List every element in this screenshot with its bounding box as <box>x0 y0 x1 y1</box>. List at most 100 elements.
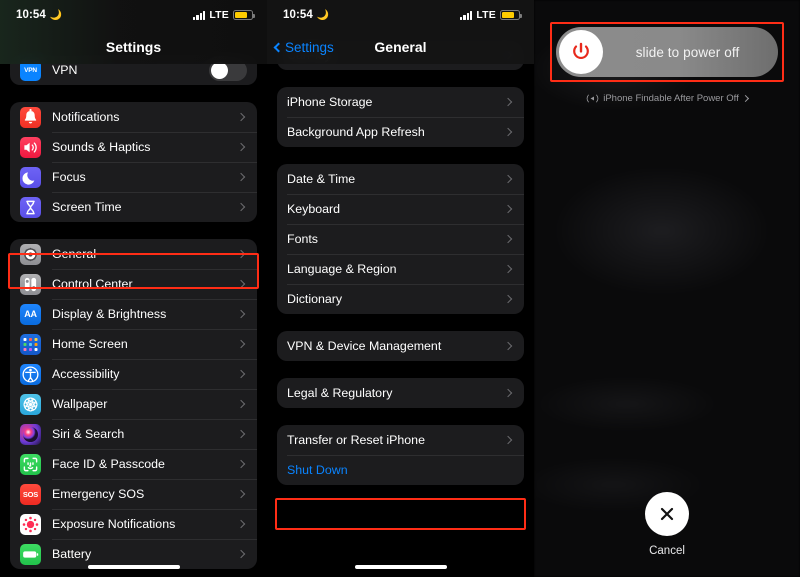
list-item-keyboard[interactable]: Keyboard <box>277 194 524 224</box>
cellular-bars-icon <box>460 11 472 20</box>
moon-icon <box>20 167 41 188</box>
chevron-right-icon <box>237 203 245 211</box>
list-item-display-brightness[interactable]: AADisplay & Brightness <box>10 299 257 329</box>
chevron-right-icon <box>504 128 512 136</box>
list-item-wallpaper[interactable]: Wallpaper <box>10 389 257 419</box>
power-symbol-icon <box>570 41 592 63</box>
back-to-settings-button[interactable]: Settings <box>275 30 334 64</box>
list-item-general[interactable]: General <box>10 239 257 269</box>
list-item-vpn-device-management[interactable]: VPN & Device Management <box>277 331 524 361</box>
list-item-label: Legal & Regulatory <box>287 386 505 400</box>
sliders-icon <box>20 274 41 295</box>
list-item-label: VPN <box>52 63 209 77</box>
settings-groups: VPNVPNNotificationsSounds & HapticsFocus… <box>0 55 267 569</box>
slider-knob[interactable] <box>559 30 603 74</box>
status-bar-settings: 10:54 🌙 LTE <box>0 0 267 30</box>
g-general: General Control Center AADisplay & Brightn… <box>10 239 257 569</box>
flower-icon <box>20 394 41 415</box>
list-item-label: General <box>52 247 238 261</box>
list-item-background-app-refresh[interactable]: Background App Refresh <box>277 117 524 147</box>
list-item-label: Fonts <box>287 232 505 246</box>
settings-scroll-list[interactable]: VPNVPNNotificationsSounds & HapticsFocus… <box>0 0 267 570</box>
home-grid-icon <box>20 334 41 355</box>
network-label: LTE <box>209 9 229 21</box>
list-item-notifications[interactable]: Notifications <box>10 102 257 132</box>
gg-vpn: VPN & Device Management <box>277 331 524 361</box>
hourglass-icon <box>20 197 41 218</box>
list-item-legal-regulatory[interactable]: Legal & Regulatory <box>277 378 524 408</box>
list-item-face-id-passcode[interactable]: Face ID & Passcode <box>10 449 257 479</box>
list-item-screen-time[interactable]: Screen Time <box>10 192 257 222</box>
gg-legal: Legal & Regulatory <box>277 378 524 408</box>
general-scroll-list[interactable]: CarPlayiPhone StorageBackground App Refr… <box>267 0 534 565</box>
list-item-label: Battery <box>52 547 238 561</box>
list-item-iphone-storage[interactable]: iPhone Storage <box>277 87 524 117</box>
chevron-right-icon <box>237 550 245 558</box>
accessibility-icon <box>20 364 41 385</box>
list-item-exposure-notifications[interactable]: Exposure Notifications <box>10 509 257 539</box>
cancel-area: Cancel <box>534 492 800 557</box>
page-title: Settings <box>106 39 161 55</box>
page-title: General <box>374 39 426 55</box>
list-item-focus[interactable]: Focus <box>10 162 257 192</box>
clock-time: 10:54 <box>283 9 313 21</box>
list-item-shut-down[interactable]: Shut Down <box>277 455 524 485</box>
list-item-date-time[interactable]: Date & Time <box>277 164 524 194</box>
list-item-language-region[interactable]: Language & Region <box>277 254 524 284</box>
list-item-siri-search[interactable]: Siri & Search <box>10 419 257 449</box>
list-item-dictionary[interactable]: Dictionary <box>277 284 524 314</box>
list-item-transfer-or-reset-iphone[interactable]: Transfer or Reset iPhone <box>277 425 524 455</box>
siri-orb-icon <box>20 424 41 445</box>
crescent-moon-icon: 🌙 <box>50 10 63 21</box>
cancel-label: Cancel <box>534 545 800 557</box>
list-item-emergency-sos[interactable]: SOSEmergency SOS <box>10 479 257 509</box>
network-label: LTE <box>476 9 496 21</box>
face-id-icon <box>20 454 41 475</box>
list-item-fonts[interactable]: Fonts <box>277 224 524 254</box>
list-item-accessibility[interactable]: Accessibility <box>10 359 257 389</box>
list-item-label: Accessibility <box>52 367 238 381</box>
list-item-label: Screen Time <box>52 200 238 214</box>
list-item-label: Emergency SOS <box>52 487 238 501</box>
battery-low-power-icon <box>233 10 253 20</box>
gg-datetime: Date & Time Keyboard Fonts Language & Regio… <box>277 164 524 314</box>
chevron-right-icon <box>237 430 245 438</box>
status-bar-left: 10:54 🌙 <box>283 9 329 21</box>
findmy-broadcast-icon <box>586 93 599 104</box>
chevron-right-icon <box>504 295 512 303</box>
chevron-right-icon <box>504 265 512 273</box>
list-item-label: Keyboard <box>287 202 505 216</box>
chevron-right-icon <box>504 389 512 397</box>
status-bar-right: LTE <box>460 9 520 21</box>
status-bar-general: 10:54 🌙 LTE <box>267 0 534 30</box>
list-item-label: Dictionary <box>287 292 505 306</box>
findable-label: iPhone Findable After Power Off <box>603 93 739 104</box>
status-bar-right: LTE <box>193 9 253 21</box>
list-item-label: Control Center <box>52 277 238 291</box>
power-off-screen: slide to power off iPhone Findable After… <box>534 0 800 577</box>
iphone-findable-link[interactable]: iPhone Findable After Power Off <box>534 93 800 104</box>
list-item-label: Language & Region <box>287 262 505 276</box>
list-item-control-center[interactable]: Control Center <box>10 269 257 299</box>
list-item-label: iPhone Storage <box>287 95 505 109</box>
list-item-label: Home Screen <box>52 337 238 351</box>
battery-low-power-icon <box>500 10 520 20</box>
cancel-button[interactable] <box>645 492 689 536</box>
list-item-sounds-haptics[interactable]: Sounds & Haptics <box>10 132 257 162</box>
g-notifications: NotificationsSounds & HapticsFocus Screen… <box>10 102 257 222</box>
speaker-icon <box>20 137 41 158</box>
list-item-label: Siri & Search <box>52 427 238 441</box>
list-item-label: Background App Refresh <box>287 125 505 139</box>
slide-to-power-off-slider[interactable]: slide to power off <box>556 27 778 77</box>
chevron-right-icon <box>237 143 245 151</box>
list-item-label: VPN & Device Management <box>287 339 505 353</box>
chevron-right-icon <box>237 280 245 288</box>
chevron-right-icon <box>237 520 245 528</box>
list-item-home-screen[interactable]: Home Screen <box>10 329 257 359</box>
exposure-icon <box>20 514 41 535</box>
gg-reset: Transfer or Reset iPhoneShut Down <box>277 425 524 485</box>
aa-icon: AA <box>20 304 41 325</box>
home-indicator <box>88 565 180 569</box>
general-groups: CarPlayiPhone StorageBackground App Refr… <box>267 40 534 485</box>
gg-storage: iPhone Storage Background App Refresh <box>277 87 524 147</box>
